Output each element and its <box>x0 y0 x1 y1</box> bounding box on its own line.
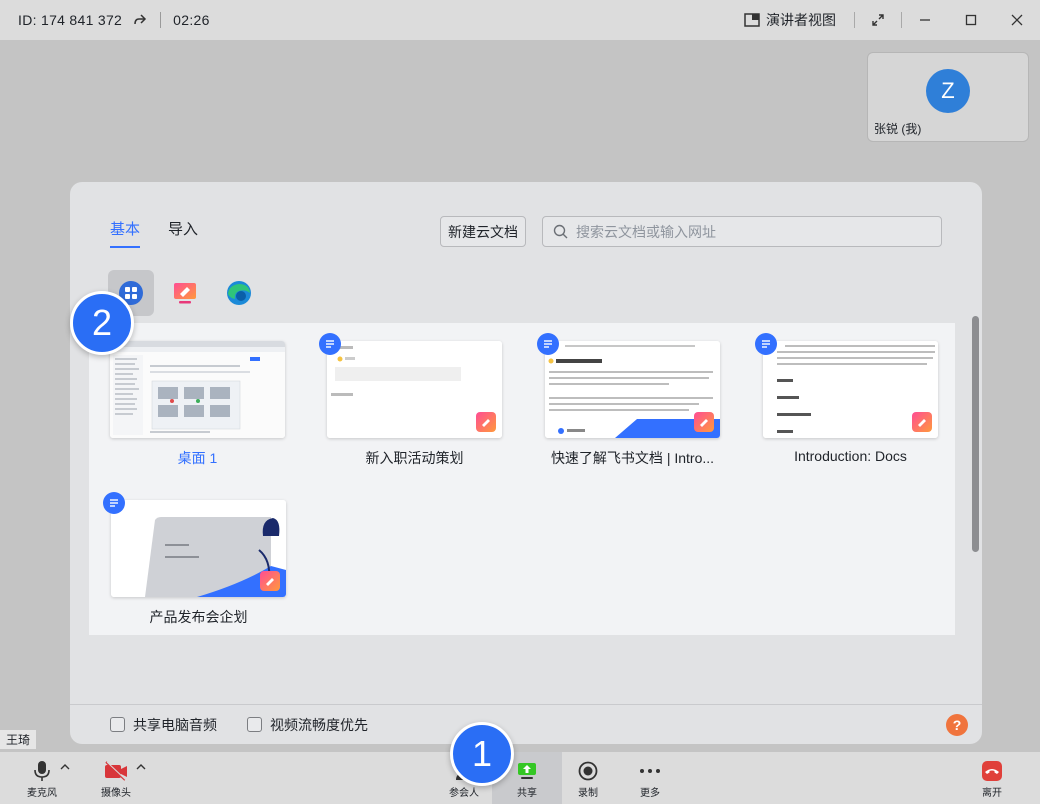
participant-name-tag: 王琦 <box>0 730 37 749</box>
presenter-view-icon <box>744 13 760 27</box>
new-cloud-doc-button[interactable]: 新建云文档 <box>440 216 526 247</box>
edge-browser-icon <box>227 281 251 305</box>
tab-import[interactable]: 导入 <box>168 218 198 248</box>
card-label: 桌面 1 <box>177 450 218 466</box>
share-card-doc[interactable]: 新入职活动策划 <box>319 333 502 468</box>
source-whiteboard-button[interactable] <box>162 270 208 316</box>
share-card-desktop[interactable]: 桌面 1 <box>110 341 285 468</box>
maximize-icon <box>965 14 977 26</box>
more-label: 更多 <box>640 787 660 799</box>
video-smooth-option[interactable]: 视频流畅度优先 <box>247 715 368 735</box>
doc-badge-icon <box>537 333 559 355</box>
whiteboard-app-icon <box>912 412 932 432</box>
camera-button[interactable]: 摄像头 <box>98 752 134 804</box>
close-button[interactable] <box>994 0 1040 40</box>
share-source-grid: 桌面 1 新入职活动策划 快速了解飞书文档 | Intro... Introdu… <box>89 323 955 635</box>
close-icon <box>1011 14 1023 26</box>
meeting-timer: 02:26 <box>173 12 210 28</box>
whiteboard-app-icon <box>476 412 496 432</box>
share-audio-label: 共享电脑音频 <box>133 716 217 733</box>
share-card-doc[interactable]: 快速了解飞书文档 | Intro... <box>537 333 720 468</box>
camera-options-button[interactable] <box>134 752 148 804</box>
self-video-tile[interactable]: Z 张锐 (我) <box>867 52 1029 142</box>
share-label: 共享 <box>517 787 537 799</box>
doc-badge-icon <box>755 333 777 355</box>
step-marker-1: 1 <box>450 722 514 786</box>
participants-label: 参会人 <box>449 787 479 799</box>
whiteboard-app-icon <box>174 283 196 304</box>
camera-label: 摄像头 <box>101 787 131 799</box>
share-options-footer: 共享电脑音频 视频流畅度优先 ? <box>70 704 982 744</box>
divider <box>160 12 162 28</box>
hang-up-icon <box>981 758 1003 784</box>
doc-thumbnail <box>763 341 938 438</box>
minimize-icon <box>920 19 930 21</box>
minimize-button[interactable] <box>902 0 948 40</box>
meeting-id: ID: 174 841 372 <box>18 12 123 28</box>
video-smooth-checkbox[interactable] <box>247 717 262 732</box>
record-button[interactable]: 录制 <box>570 752 606 804</box>
search-input[interactable] <box>576 223 916 240</box>
fullscreen-button[interactable] <box>855 0 901 40</box>
leave-label: 离开 <box>982 787 1002 799</box>
share-audio-checkbox[interactable] <box>110 717 125 732</box>
doc-thumbnail <box>327 341 502 438</box>
card-label: 产品发布会企划 <box>149 609 248 625</box>
card-label: 快速了解飞书文档 | Intro... <box>550 450 715 466</box>
step-marker-2: 2 <box>70 291 134 355</box>
share-tabs: 基本 导入 <box>110 218 198 248</box>
grid-scrollbar[interactable] <box>972 316 979 552</box>
expand-icon <box>872 14 884 26</box>
whiteboard-app-icon <box>694 412 714 432</box>
more-button[interactable]: 更多 <box>632 752 668 804</box>
record-label: 录制 <box>578 787 598 799</box>
search-icon <box>553 224 568 239</box>
card-label: Introduction: Docs <box>794 448 907 464</box>
more-dots-icon <box>639 758 661 784</box>
desktop-preview-image <box>110 341 285 438</box>
title-bar: ID: 174 841 372 02:26 演讲者视图 <box>0 0 1040 40</box>
chevron-up-icon <box>136 762 146 773</box>
leave-button[interactable]: 离开 <box>972 752 1012 804</box>
doc-badge-icon <box>319 333 341 355</box>
whiteboard-app-icon <box>260 571 280 591</box>
share-audio-option[interactable]: 共享电脑音频 <box>110 715 217 735</box>
record-icon <box>578 758 598 784</box>
microphone-icon <box>34 758 50 784</box>
doc-thumbnail <box>111 500 286 597</box>
desktop-thumbnail <box>110 341 285 438</box>
tab-basic[interactable]: 基本 <box>110 218 141 248</box>
share-card-doc[interactable]: 产品发布会企划 <box>103 492 286 627</box>
help-icon[interactable]: ? <box>946 714 968 736</box>
doc-badge-icon <box>103 492 125 514</box>
source-browser-button[interactable] <box>216 270 262 316</box>
mic-label: 麦克风 <box>27 787 57 799</box>
search-box[interactable] <box>542 216 942 247</box>
maximize-button[interactable] <box>948 0 994 40</box>
share-dialog: 基本 导入 新建云文档 搜索云文档或输入网址 桌面 1 新入职活动策划 快速了解… <box>70 182 982 744</box>
presenter-view-button[interactable]: 演讲者视图 <box>744 10 836 30</box>
video-smooth-label: 视频流畅度优先 <box>270 716 368 733</box>
self-name-label: 张锐 (我) <box>874 122 922 136</box>
chevron-up-icon <box>60 762 70 773</box>
share-link-icon[interactable] <box>132 12 148 28</box>
mic-button[interactable]: 麦克风 <box>22 752 62 804</box>
card-label: 新入职活动策划 <box>365 450 464 466</box>
share-card-doc[interactable]: Introduction: Docs <box>755 333 938 464</box>
doc-thumbnail <box>545 341 720 438</box>
meeting-toolbar: 麦克风 摄像头 参会人 共享 录制 更多 离开 <box>0 752 1040 804</box>
avatar: Z <box>926 69 970 113</box>
camera-off-icon <box>103 758 129 784</box>
share-screen-icon <box>517 758 537 784</box>
presenter-view-label: 演讲者视图 <box>766 12 836 28</box>
mic-options-button[interactable] <box>58 752 72 804</box>
